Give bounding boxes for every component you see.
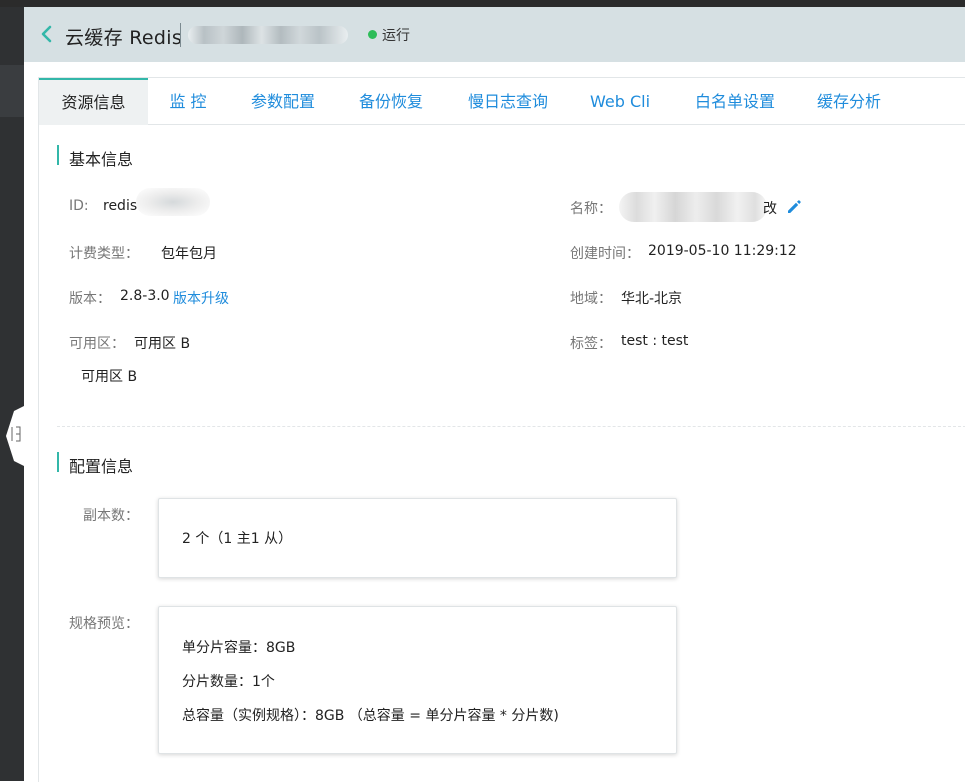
status-text: 运行	[382, 28, 410, 44]
section-divider	[57, 426, 965, 427]
tab-webcli[interactable]: Web Cli	[580, 78, 660, 124]
top-strip	[0, 0, 965, 7]
back-arrow-icon[interactable]	[38, 24, 56, 44]
tab-resource-info[interactable]: 资源信息	[39, 78, 148, 125]
tab-params[interactable]: 参数配置	[238, 78, 328, 124]
tab-monitor[interactable]: 监 控	[148, 78, 228, 124]
version-label: 版本：	[69, 291, 111, 307]
redacted-instance-name	[188, 26, 348, 44]
tab-slowlog[interactable]: 慢日志查询	[458, 78, 558, 124]
id-label: ID:	[69, 198, 89, 214]
region-label: 地域：	[570, 291, 612, 307]
page-header: 云缓存 Redis 运行	[24, 7, 965, 62]
content-card: 资源信息 监 控 参数配置 备份恢复 慢日志查询 Web Cli 白名单设置 缓…	[38, 77, 965, 782]
tab-backup[interactable]: 备份恢复	[346, 78, 436, 124]
replica-value: 2 个（1 主1 从）	[182, 531, 293, 547]
replica-box: 2 个（1 主1 从）	[158, 498, 677, 578]
sidebar-highlight	[0, 65, 24, 117]
status-dot	[368, 30, 377, 39]
created-value: 2019-05-10 11:29:12	[648, 243, 797, 259]
left-sidebar	[0, 7, 24, 781]
edit-pencil-icon[interactable]	[785, 198, 803, 216]
redacted-id	[136, 188, 210, 216]
billing-value: 包年包月	[161, 246, 217, 262]
region-value: 华北-北京	[621, 291, 683, 307]
redacted-name	[619, 192, 767, 222]
spec-label: 规格预览：	[69, 616, 139, 632]
collapse-sidebar-icon[interactable]	[6, 405, 26, 467]
tab-whitelist[interactable]: 白名单设置	[685, 78, 785, 124]
spec-shard-capacity: 单分片容量：8GB	[182, 640, 296, 656]
section-title-config: 配置信息	[57, 452, 133, 477]
tags-value: test : test	[621, 333, 689, 349]
az-value-secondary: 可用区 B	[81, 369, 138, 385]
az-label: 可用区：	[69, 336, 125, 352]
name-suffix: 改	[763, 201, 777, 217]
spec-box: 单分片容量：8GB 分片数量：1个 总容量（实例规格）：8GB （总容量 = 单…	[158, 606, 677, 754]
tags-label: 标签：	[570, 336, 612, 352]
billing-label: 计费类型：	[69, 246, 139, 262]
created-label: 创建时间：	[570, 246, 640, 262]
title-divider	[180, 23, 181, 47]
upgrade-version-link[interactable]: 版本升级	[173, 288, 229, 308]
spec-shard-count: 分片数量：1个	[182, 674, 275, 690]
section-title-basic: 基本信息	[57, 145, 133, 170]
az-value: 可用区 B	[134, 336, 191, 352]
id-value: redis	[103, 198, 138, 214]
replica-label: 副本数：	[83, 508, 139, 524]
tab-cache-analysis[interactable]: 缓存分析	[809, 78, 889, 124]
name-label: 名称：	[570, 201, 612, 217]
page-title: 云缓存 Redis	[65, 27, 183, 49]
spec-total-capacity: 总容量（实例规格）：8GB （总容量 = 单分片容量 * 分片数)	[182, 708, 559, 724]
version-value: 2.8-3.0	[120, 288, 170, 304]
tab-bar: 资源信息 监 控 参数配置 备份恢复 慢日志查询 Web Cli 白名单设置 缓…	[39, 78, 965, 125]
